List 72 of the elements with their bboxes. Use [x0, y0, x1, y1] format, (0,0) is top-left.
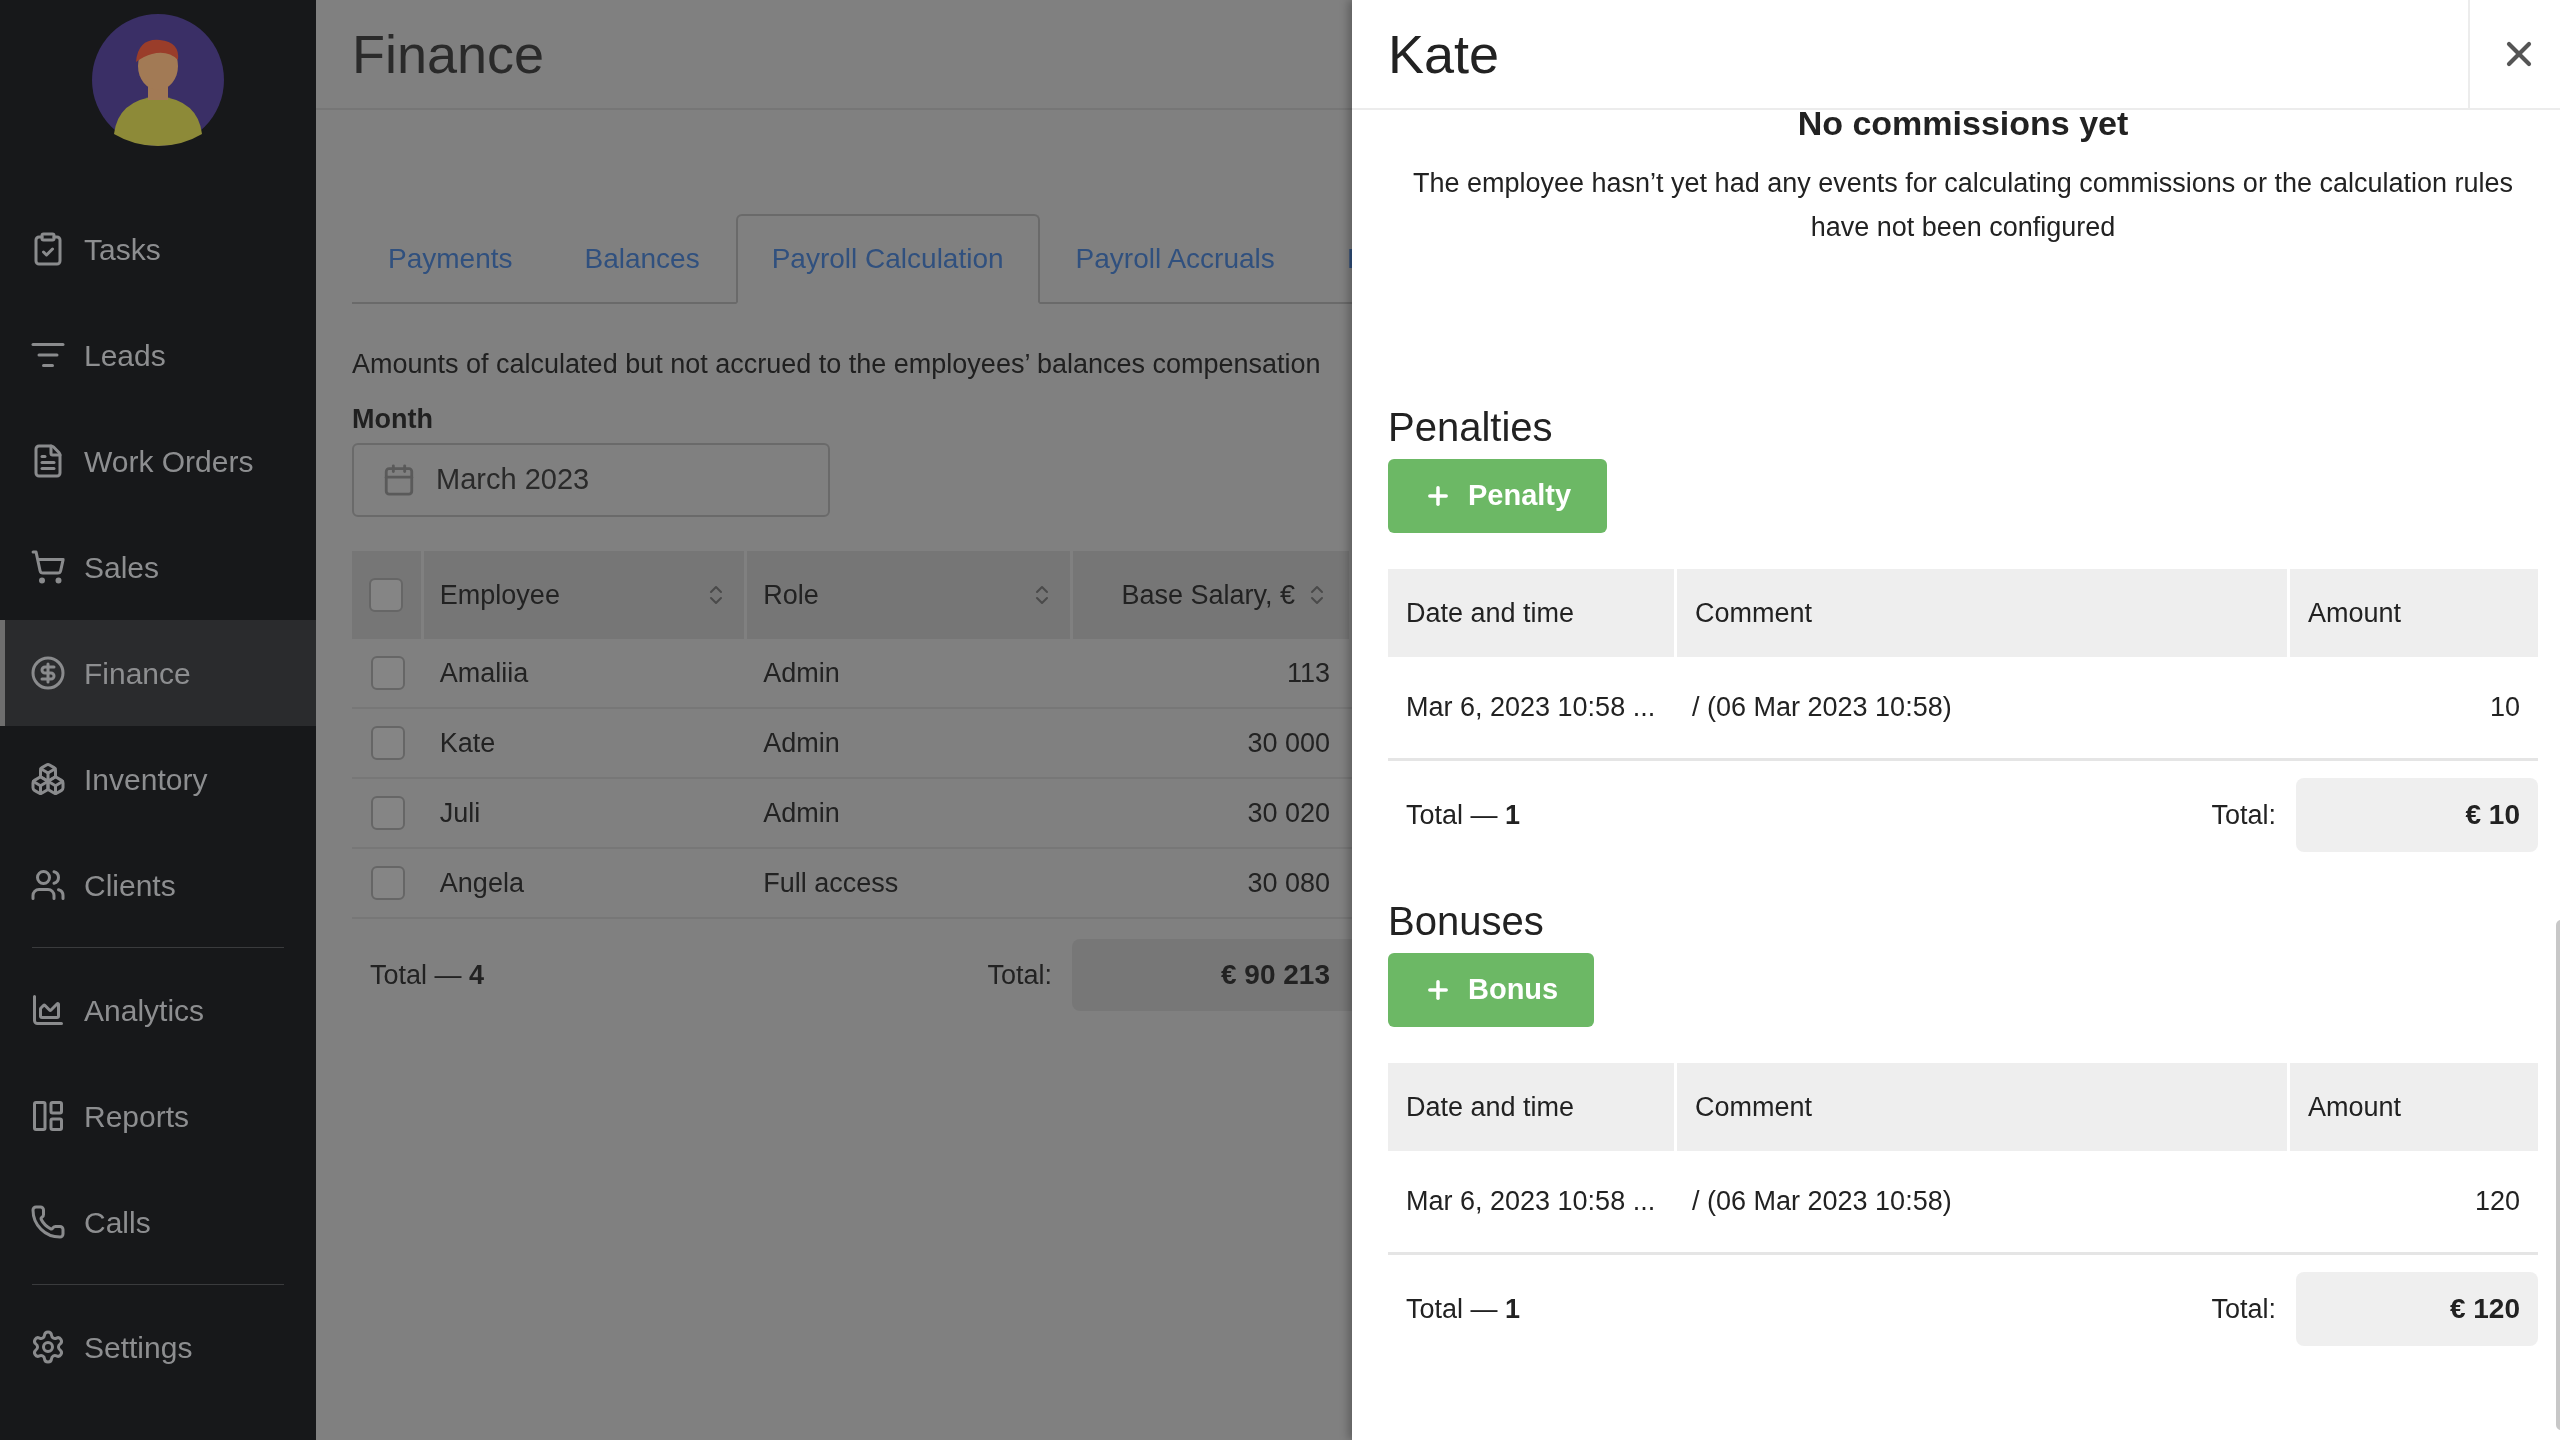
- column-header[interactable]: Role: [747, 551, 1073, 639]
- table-cell-text: Admin: [763, 726, 840, 760]
- boxes-icon: [30, 761, 66, 797]
- checkbox[interactable]: [369, 578, 404, 612]
- sidebar-item[interactable]: Analytics: [0, 957, 316, 1063]
- calendar-icon: [382, 463, 416, 497]
- phone-icon: [30, 1204, 66, 1240]
- table-cell-text: Admin: [763, 656, 840, 690]
- total-label: Total:: [2211, 798, 2276, 832]
- dollar-icon: [30, 655, 66, 691]
- table-cell-text: Mar 6, 2023 10:58 ...: [1406, 1185, 1656, 1219]
- sidebar-item[interactable]: Finance: [0, 620, 316, 726]
- empty-state-text: The employee hasn’t yet had any events for calculating commissions or the calculation rules have not been configured: [1411, 167, 2515, 244]
- table-cell-text: Admin: [763, 796, 840, 830]
- column-header: Comment: [1677, 1063, 2287, 1151]
- column-header: Date and time: [1388, 1063, 1674, 1151]
- column-header: Date and time: [1388, 569, 1674, 657]
- checkbox[interactable]: [370, 656, 405, 690]
- table-cell-text: 30 080: [1247, 866, 1330, 900]
- sidebar-item[interactable]: Work Orders: [0, 408, 316, 514]
- settings-icon: [30, 1329, 66, 1365]
- total-count: Total — 4: [369, 958, 486, 992]
- add-button[interactable]: Penalty: [1388, 459, 1608, 533]
- table-cell-text: / (06 Mar 2023 10:58): [1692, 1185, 1952, 1219]
- table-cell-text: Juli: [439, 796, 481, 830]
- sidebar-item[interactable]: Tasks: [0, 196, 316, 302]
- column-header: Amount: [2290, 1063, 2538, 1151]
- table-cell-text: 120: [2474, 1185, 2520, 1219]
- field-label: Month: [352, 402, 433, 436]
- column-header: Comment: [1677, 569, 2287, 657]
- total-amount: € 90 213: [1072, 939, 1352, 1011]
- table-cell-text: Full access: [763, 866, 899, 900]
- checkbox[interactable]: [370, 726, 405, 760]
- table-cell-text: 30 000: [1247, 726, 1330, 760]
- sidebar-item[interactable]: Sales: [0, 514, 316, 620]
- page-title: Finance: [352, 22, 545, 86]
- section-title: Penalties: [1388, 404, 1554, 451]
- total-count: Total — 1: [1405, 1292, 1522, 1326]
- cart-icon: [30, 549, 66, 585]
- sidebar-item[interactable]: Settings: [0, 1294, 316, 1400]
- table-cell-text: 10: [2489, 691, 2520, 725]
- add-button[interactable]: Bonus: [1388, 953, 1595, 1027]
- total-amount: € 10: [2296, 778, 2538, 852]
- table-cell-text: Mar 6, 2023 10:58 ...: [1406, 691, 1656, 725]
- sidebar-item[interactable]: Leads: [0, 302, 316, 408]
- table-cell-text: Amaliia: [439, 656, 529, 690]
- description-text: Amounts of calculated but not accrued to the employees’ balances compensation: [352, 348, 1322, 381]
- panel-title: Kate: [1387, 22, 1501, 86]
- table-cell-text: / (06 Mar 2023 10:58): [1692, 691, 1952, 725]
- sidebar-item[interactable]: Calls: [0, 1169, 316, 1275]
- empty-state-title: No commissions yet: [1797, 103, 2129, 144]
- table-cell-text: Angela: [439, 866, 524, 900]
- table-cell-text: 30 020: [1247, 796, 1330, 830]
- area-chart-icon: [30, 992, 66, 1028]
- total-count: Total — 1: [1405, 798, 1522, 832]
- table-cell-text: Kate: [439, 726, 496, 760]
- sidebar-item[interactable]: Clients: [0, 832, 316, 938]
- users-icon: [30, 867, 66, 903]
- column-header[interactable]: Employee: [423, 551, 748, 639]
- section-title: Bonuses: [1388, 898, 1545, 945]
- checkbox[interactable]: [370, 796, 405, 830]
- column-header: Amount: [2290, 569, 2538, 657]
- table-cell-text: 113: [1286, 656, 1330, 690]
- sidebar-item[interactable]: Reports: [0, 1063, 316, 1169]
- avatar-icon[interactable]: [92, 14, 224, 146]
- total-amount: € 120: [2296, 1272, 2538, 1346]
- layout-icon: [30, 1098, 66, 1134]
- month-field[interactable]: March 2023: [352, 443, 830, 517]
- checkbox[interactable]: [370, 866, 405, 900]
- sidebar-item[interactable]: Inventory: [0, 726, 316, 832]
- total-label: Total:: [2211, 1292, 2276, 1326]
- total-label: Total:: [987, 958, 1052, 992]
